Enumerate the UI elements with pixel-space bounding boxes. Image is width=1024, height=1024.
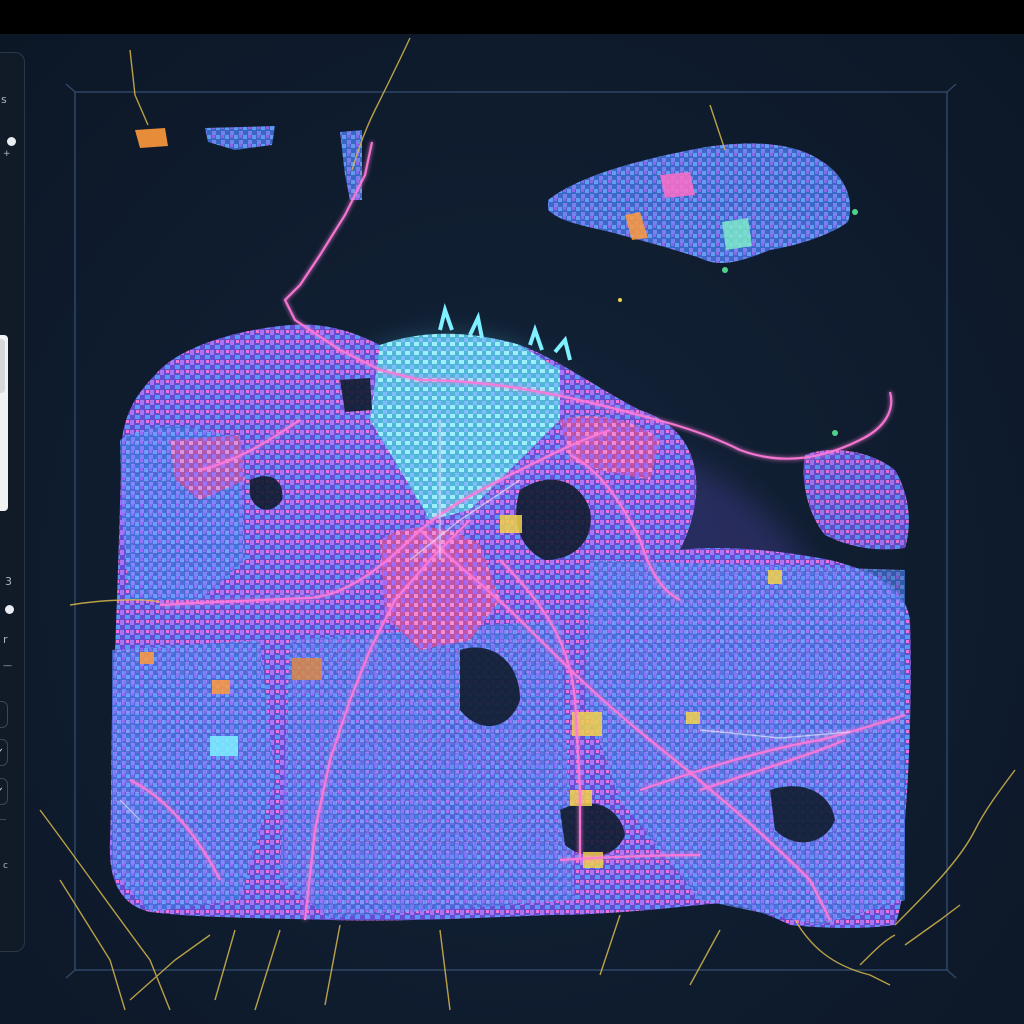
- yellow-patch: [768, 570, 782, 584]
- south-grid: [280, 620, 575, 918]
- teal-patch: [210, 736, 238, 756]
- city-map[interactable]: [0, 0, 1024, 1024]
- check-icon: ✓: [0, 747, 4, 758]
- frame-corner: [65, 969, 76, 979]
- east-point-district: [803, 450, 909, 550]
- green-patch: [832, 430, 838, 436]
- northwest-cluster: [205, 126, 275, 150]
- checkbox-1[interactable]: ✓: [0, 739, 8, 766]
- panel-label-dash: —: [3, 661, 12, 671]
- frame-corner: [65, 83, 76, 93]
- panel-label-three: 3: [5, 575, 12, 588]
- orange-patch: [212, 680, 230, 694]
- frame-corner: [946, 83, 957, 93]
- green-patch: [852, 209, 858, 215]
- park-area: [340, 378, 372, 412]
- checkbox-2[interactable]: ✓: [0, 778, 8, 805]
- panel-label-top: s: [1, 93, 7, 106]
- island-teal-block: [722, 218, 752, 250]
- yellow-patch: [500, 515, 522, 533]
- orange-patch: [135, 128, 168, 148]
- green-patch: [618, 298, 622, 302]
- panel-button[interactable]: [0, 701, 8, 728]
- panel-label-r: r: [3, 633, 8, 646]
- panel-label-plus: +: [3, 149, 11, 159]
- slider-knob[interactable]: [7, 137, 16, 146]
- control-panel: s + 3 r — ✓ ✓ c: [0, 52, 25, 952]
- yellow-patch: [686, 712, 700, 724]
- color-preview-swatch[interactable]: [0, 339, 5, 393]
- color-preview-box[interactable]: [0, 335, 8, 511]
- slider-knob-2[interactable]: [5, 605, 14, 614]
- island-pink-block: [660, 172, 695, 198]
- frame-corner: [946, 969, 957, 979]
- yellow-patch: [583, 852, 603, 868]
- green-patch: [722, 267, 728, 273]
- panel-divider: [0, 819, 6, 820]
- check-icon: ✓: [0, 786, 4, 797]
- panel-label-c: c: [3, 861, 8, 871]
- orange-patch: [140, 652, 154, 664]
- island-district: [548, 143, 851, 264]
- orange-patch: [292, 658, 322, 680]
